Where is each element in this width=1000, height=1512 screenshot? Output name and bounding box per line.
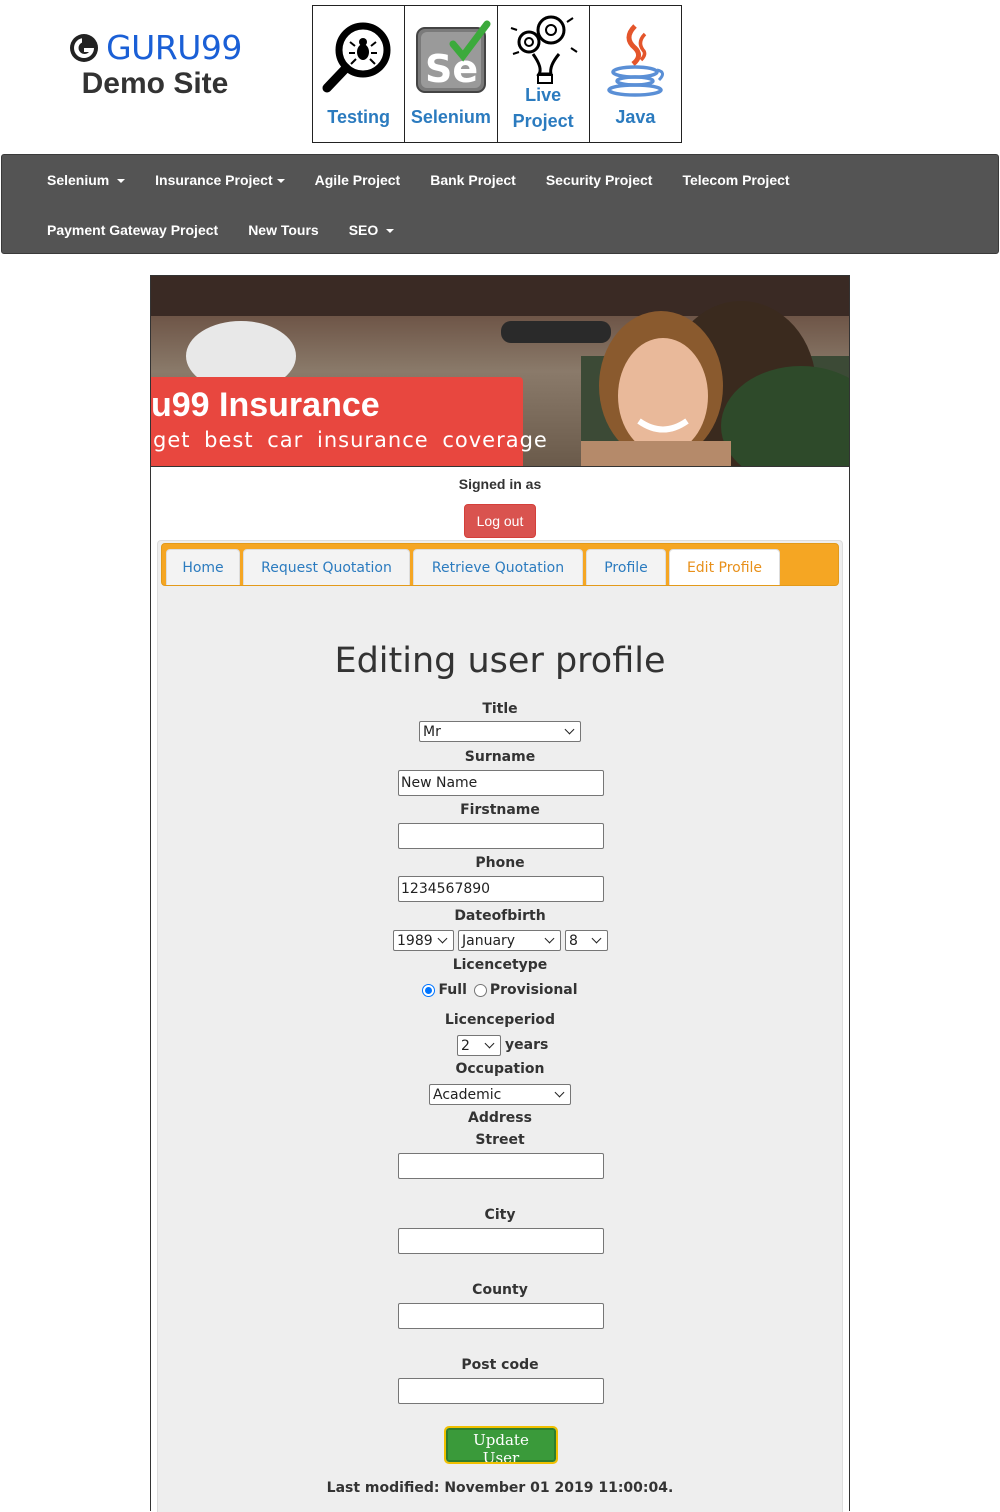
site-logo[interactable]: GURU99 Demo Site: [60, 28, 250, 101]
nav-telecom-project[interactable]: Telecom Project: [667, 172, 804, 188]
tile-label: Java: [615, 107, 656, 127]
nav-bank-project[interactable]: Bank Project: [415, 172, 531, 188]
licence-provisional-label: Provisional: [489, 982, 578, 998]
select-value: Academic: [433, 1086, 502, 1103]
postcode-field[interactable]: [398, 1378, 604, 1404]
banner-tagline: get best car insurance coverage: [153, 428, 548, 452]
tile-testing[interactable]: Testing: [313, 6, 406, 142]
main-navbar: Selenium Insurance Project Agile Project…: [1, 154, 999, 254]
dob-month-select[interactable]: January: [458, 930, 561, 951]
phone-label: Phone: [475, 855, 525, 871]
licence-provisional-radio[interactable]: [473, 983, 487, 997]
dob-label: Dateofbirth: [454, 908, 546, 924]
title-label: Title: [482, 701, 518, 717]
tab-request-quotation[interactable]: Request Quotation: [243, 549, 410, 585]
phone-field[interactable]: 1234567890: [398, 876, 604, 902]
chevron-down-icon: [484, 1038, 495, 1049]
title-select[interactable]: Mr: [419, 721, 581, 742]
nav-row: Selenium Insurance Project Agile Project…: [32, 155, 805, 205]
signed-in-label: Signed in as: [458, 476, 542, 492]
tile-label: Live Project: [512, 85, 574, 131]
nav-seo[interactable]: SEO: [334, 222, 409, 238]
street-label: Street: [475, 1132, 525, 1148]
last-modified: Last modified: November 01 2019 11:00:04…: [326, 1480, 674, 1496]
tile-label: Selenium: [410, 107, 491, 127]
select-value: 1989: [397, 932, 433, 949]
caret-down-icon: [386, 229, 395, 234]
course-tiles: Testing Se Selenium Live Project Java: [312, 5, 682, 143]
java-icon: [607, 24, 665, 97]
select-value: Mr: [423, 723, 441, 740]
magnifier-bug-icon: [322, 22, 391, 93]
chevron-down-icon: [591, 933, 602, 944]
selenium-icon: Se: [415, 20, 491, 93]
licence-type-group: Full Provisional: [158, 982, 842, 998]
tile-java[interactable]: Java: [590, 6, 681, 142]
address-label: Address: [468, 1110, 532, 1126]
firstname-field[interactable]: [398, 823, 604, 849]
licence-period-label: Licenceperiod: [444, 1012, 556, 1028]
surname-field[interactable]: New Name: [398, 770, 604, 796]
tile-selenium[interactable]: Se Selenium: [405, 6, 498, 142]
tab-retrieve-quotation[interactable]: Retrieve Quotation: [413, 549, 583, 585]
select-value: 8: [569, 932, 578, 949]
banner-image: u99 Insurance get best car insurance cov…: [151, 276, 849, 466]
caret-down-icon: [117, 179, 126, 184]
guru99-logo-icon: [70, 33, 99, 62]
nav-agile-project[interactable]: Agile Project: [300, 172, 416, 188]
county-label: County: [472, 1282, 528, 1298]
nav-selenium[interactable]: Selenium: [32, 172, 140, 188]
update-user-button[interactable]: Update User: [444, 1426, 558, 1467]
chevron-down-icon: [564, 724, 575, 735]
caret-down-icon: [276, 179, 285, 184]
county-field[interactable]: [398, 1303, 604, 1329]
tab-edit-profile[interactable]: Edit Profile: [669, 549, 780, 585]
tab-bar: Home Request Quotation Retrieve Quotatio…: [161, 543, 839, 586]
licence-full-label: Full: [438, 982, 467, 998]
nav-payment-gateway-project[interactable]: Payment Gateway Project: [32, 222, 233, 238]
city-label: City: [484, 1207, 516, 1223]
nav-label: Selenium: [47, 172, 110, 188]
dob-year-select[interactable]: 1989: [393, 930, 454, 951]
select-value: January: [462, 932, 516, 949]
occupation-label: Occupation: [455, 1061, 545, 1077]
street-field[interactable]: [398, 1153, 604, 1179]
tab-profile[interactable]: Profile: [586, 549, 666, 585]
chevron-down-icon: [544, 933, 555, 944]
logo-subtitle: Demo Site: [81, 67, 229, 100]
firstname-label: Firstname: [460, 802, 540, 818]
nav-row: Payment Gateway Project New Tours SEO: [32, 205, 409, 255]
nav-label: SEO: [348, 222, 379, 238]
chevron-down-icon: [554, 1087, 565, 1098]
nav-label: Insurance Project: [155, 172, 273, 188]
insurance-banner: u99 Insurance get best car insurance cov…: [151, 276, 849, 467]
occupation-select[interactable]: Academic: [429, 1084, 571, 1105]
licence-full-radio[interactable]: [422, 983, 436, 997]
city-field[interactable]: [398, 1228, 604, 1254]
select-value: 2: [461, 1037, 470, 1054]
tile-live-project[interactable]: Live Project: [498, 6, 590, 142]
logo-text: GURU99: [106, 28, 242, 67]
tab-home[interactable]: Home: [166, 549, 240, 585]
postcode-label: Post code: [461, 1357, 539, 1373]
page-title: Editing user profile: [334, 641, 666, 681]
licence-type-label: Licencetype: [452, 957, 548, 973]
nav-security-project[interactable]: Security Project: [531, 172, 668, 188]
dob-day-select[interactable]: 8: [565, 930, 608, 951]
tab-panel: Home Request Quotation Retrieve Quotatio…: [157, 540, 843, 1512]
svg-text:Se: Se: [425, 47, 478, 91]
banner-title: u99 Insurance: [151, 386, 380, 424]
licence-period-select[interactable]: 2: [457, 1035, 501, 1056]
nav-new-tours[interactable]: New Tours: [233, 222, 334, 238]
insurance-app: u99 Insurance get best car insurance cov…: [150, 275, 850, 1512]
chevron-down-icon: [437, 933, 448, 944]
years-label: years: [505, 1037, 549, 1053]
nav-insurance-project[interactable]: Insurance Project: [140, 172, 300, 188]
gears-bulb-icon: [510, 15, 578, 84]
surname-label: Surname: [464, 749, 536, 765]
tile-label: Testing: [327, 107, 390, 127]
logout-button[interactable]: Log out: [464, 504, 536, 538]
